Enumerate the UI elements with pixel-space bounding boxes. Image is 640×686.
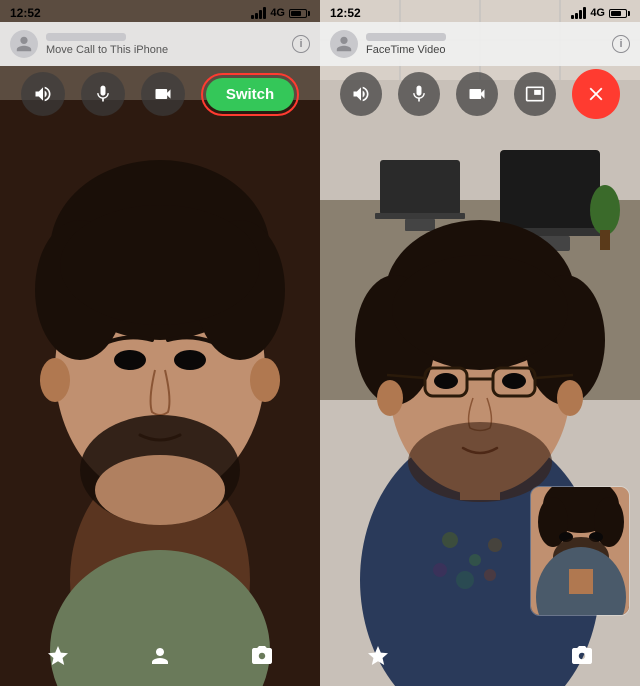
person-button-left[interactable] bbox=[142, 638, 178, 674]
speaker-icon-right bbox=[351, 84, 371, 104]
camera-icon-right bbox=[570, 644, 594, 668]
person-avatar-icon-right bbox=[335, 35, 353, 53]
end-call-icon-right bbox=[585, 83, 607, 105]
caller-subtitle-left: Move Call to This iPhone bbox=[46, 44, 284, 56]
video-button-right[interactable] bbox=[456, 72, 498, 116]
mic-icon-left bbox=[93, 84, 113, 104]
person-avatar-icon-left bbox=[15, 35, 33, 53]
caller-name-placeholder-right bbox=[366, 33, 446, 41]
signal-bars-right bbox=[571, 7, 586, 19]
mute-button-left[interactable] bbox=[81, 72, 125, 116]
camera-button-left[interactable] bbox=[244, 638, 280, 674]
pip-icon-right bbox=[525, 84, 545, 104]
star-icon-right bbox=[366, 644, 390, 668]
mute-button-right[interactable] bbox=[398, 72, 440, 116]
speaker-button-left[interactable] bbox=[21, 72, 65, 116]
status-bar-left: 12:52 4G bbox=[0, 0, 320, 22]
battery-left bbox=[289, 9, 310, 18]
switch-button-wrapper: Switch bbox=[201, 73, 299, 116]
left-screen: 12:52 4G Move Call to bbox=[0, 0, 320, 686]
status-icons-left: 4G bbox=[251, 7, 310, 19]
battery-right bbox=[609, 9, 630, 18]
right-screen: 12:52 4G FaceTime Vid bbox=[320, 0, 640, 686]
caller-info-right: FaceTime Video bbox=[366, 33, 604, 56]
video-icon-right bbox=[467, 84, 487, 104]
speaker-icon-left bbox=[33, 84, 53, 104]
caller-bar-right: FaceTime Video i bbox=[320, 22, 640, 66]
caller-avatar-right bbox=[330, 30, 358, 58]
contacts-icon-left bbox=[148, 644, 172, 668]
end-call-button-right[interactable] bbox=[572, 69, 620, 119]
controls-row-left: Switch bbox=[0, 66, 320, 122]
camera-button-right[interactable] bbox=[564, 638, 600, 674]
status-bar-right: 12:52 4G bbox=[320, 0, 640, 22]
camera-icon-left bbox=[250, 644, 274, 668]
info-button-left[interactable]: i bbox=[292, 35, 310, 53]
signal-bars-left bbox=[251, 7, 266, 19]
mic-icon-right bbox=[409, 84, 429, 104]
star-button-right[interactable] bbox=[360, 638, 396, 674]
info-button-right[interactable]: i bbox=[612, 35, 630, 53]
video-icon-left bbox=[153, 84, 173, 104]
bottom-bar-right bbox=[320, 626, 640, 686]
network-type-left: 4G bbox=[270, 7, 285, 19]
controls-row-right bbox=[320, 66, 640, 122]
network-type-right: 4G bbox=[590, 7, 605, 19]
caller-subtitle-right: FaceTime Video bbox=[366, 44, 604, 56]
self-view-pip bbox=[530, 486, 630, 616]
caller-bar-left: Move Call to This iPhone i bbox=[0, 22, 320, 66]
time-left: 12:52 bbox=[10, 6, 41, 20]
time-right: 12:52 bbox=[330, 6, 361, 20]
video-button-left[interactable] bbox=[141, 72, 185, 116]
speaker-button-right[interactable] bbox=[340, 72, 382, 116]
caller-avatar-left bbox=[10, 30, 38, 58]
star-icon-left bbox=[46, 644, 70, 668]
status-icons-right: 4G bbox=[571, 7, 630, 19]
caller-info-left: Move Call to This iPhone bbox=[46, 33, 284, 56]
star-button-left[interactable] bbox=[40, 638, 76, 674]
bottom-bar-left bbox=[0, 626, 320, 686]
switch-button[interactable]: Switch bbox=[206, 78, 294, 111]
caller-name-placeholder-left bbox=[46, 33, 126, 41]
pip-button-right[interactable] bbox=[514, 72, 556, 116]
